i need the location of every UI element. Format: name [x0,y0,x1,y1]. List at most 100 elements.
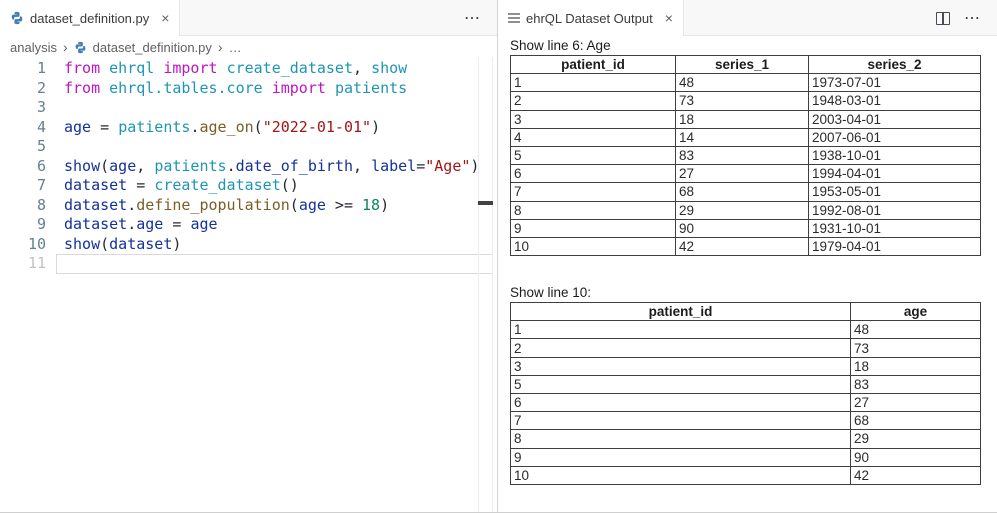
close-icon[interactable]: × [665,11,673,25]
code-editor[interactable]: 1from ehrql import create_dataset, show2… [0,58,497,512]
output-content: Show line 6: Agepatient_idseries_1series… [498,36,997,485]
table-cell: 3 [511,357,851,375]
table-row: 990 [511,448,981,466]
table-cell: 6 [511,394,851,412]
line-number: 8 [0,196,46,216]
breadcrumb-item-file[interactable]: dataset_definition.py [93,40,212,55]
table-cell: 3 [511,110,676,128]
table-row: 1481973-07-01 [511,74,981,92]
column-header: patient_id [511,56,676,74]
code-line[interactable]: 10show(dataset) [0,235,497,255]
output-pane: ehrQL Dataset Output × ⋯ Show line 6: Ag… [498,0,997,512]
table-cell: 73 [851,339,981,357]
table-cell: 10 [511,466,851,484]
table-row: 583 [511,375,981,393]
code-line[interactable]: 9dataset.age = age [0,215,497,235]
code-line[interactable]: 3 [0,98,497,118]
code-text: from ehrql.tables.core import patients [46,79,407,99]
code-text: age = patients.age_on("2022-01-01") [46,118,380,138]
editor-tabbar: dataset_definition.py × ⋯ [0,0,497,36]
close-icon[interactable]: × [161,11,169,25]
code-line[interactable]: 2from ehrql.tables.core import patients [0,79,497,99]
table-cell: 1979-04-01 [809,237,981,255]
table-row: 148 [511,321,981,339]
table-cell: 1 [511,74,676,92]
table-row: 4142007-06-01 [511,128,981,146]
table-row: 10421979-04-01 [511,237,981,255]
table-cell: 27 [851,394,981,412]
table-cell: 8 [511,201,676,219]
code-line[interactable]: 4age = patients.age_on("2022-01-01") [0,118,497,138]
table-cell: 4 [511,128,676,146]
table-cell: 29 [676,201,809,219]
code-text [46,254,64,274]
table-row: 829 [511,430,981,448]
table-cell: 68 [676,183,809,201]
table-cell: 9 [511,448,851,466]
table-cell: 1938-10-01 [809,146,981,164]
column-header: patient_id [511,303,851,321]
code-line[interactable]: 5 [0,137,497,157]
table-cell: 2 [511,92,676,110]
table-row: 5831938-10-01 [511,146,981,164]
table-row: 3182003-04-01 [511,110,981,128]
table-cell: 42 [676,237,809,255]
split-editor-icon[interactable] [936,12,950,25]
table-cell: 27 [676,165,809,183]
table-cell: 42 [851,466,981,484]
column-header: series_1 [676,56,809,74]
table-row: 6271994-04-01 [511,165,981,183]
line-number: 4 [0,118,46,138]
table-row: 768 [511,412,981,430]
editor-tab-actions: ⋯ [464,0,497,36]
table-cell: 5 [511,375,851,393]
table-cell: 90 [851,448,981,466]
tab-label: ehrQL Dataset Output [526,11,653,26]
table-cell: 1953-05-01 [809,183,981,201]
code-text [46,137,64,157]
table-cell: 73 [676,92,809,110]
table-cell: 18 [676,110,809,128]
code-line[interactable]: 6show(age, patients.date_of_birth, label… [0,157,497,177]
table-cell: 2 [511,339,851,357]
output-table: patient_idseries_1series_21481973-07-012… [510,55,981,256]
line-number: 9 [0,215,46,235]
table-row: 273 [511,339,981,357]
more-actions-icon[interactable]: ⋯ [964,8,981,28]
line-number: 10 [0,235,46,255]
more-actions-icon[interactable]: ⋯ [464,8,481,28]
breadcrumb-item-symbol[interactable]: … [229,40,242,55]
table-row: 1042 [511,466,981,484]
table-cell: 7 [511,412,851,430]
line-number: 1 [0,59,46,79]
code-line[interactable]: 1from ehrql import create_dataset, show [0,59,497,79]
table-cell: 8 [511,430,851,448]
output-section-heading: Show line 10: [510,285,997,300]
code-line[interactable]: 7dataset = create_dataset() [0,176,497,196]
output-section-heading: Show line 6: Age [510,38,997,53]
table-cell: 2007-06-01 [809,128,981,146]
output-table: patient_idage148273318583627768829990104… [510,302,981,485]
table-cell: 6 [511,165,676,183]
line-number: 11 [0,254,46,274]
code-line[interactable]: 11 [0,254,497,274]
breadcrumb-item-folder[interactable]: analysis [10,40,57,55]
editor-scrollbar[interactable] [478,57,493,512]
table-cell: 48 [851,321,981,339]
code-text: from ehrql import create_dataset, show [46,59,407,79]
tab-label: dataset_definition.py [30,11,149,26]
overview-cursor-marker [478,201,493,205]
table-row: 2731948-03-01 [511,92,981,110]
output-section: Show line 6: Agepatient_idseries_1series… [510,38,997,256]
tab-ehrql-dataset-output[interactable]: ehrQL Dataset Output × [498,0,684,36]
table-cell: 14 [676,128,809,146]
output-list-icon [508,11,520,25]
code-text: dataset = create_dataset() [46,176,299,196]
code-line[interactable]: 8dataset.define_population(age >= 18) [0,196,497,216]
code-text: dataset.define_population(age >= 18) [46,196,389,216]
table-row: 8291992-08-01 [511,201,981,219]
python-icon [10,11,24,25]
tab-dataset-definition[interactable]: dataset_definition.py × [0,0,180,36]
table-cell: 48 [676,74,809,92]
table-row: 9901931-10-01 [511,219,981,237]
